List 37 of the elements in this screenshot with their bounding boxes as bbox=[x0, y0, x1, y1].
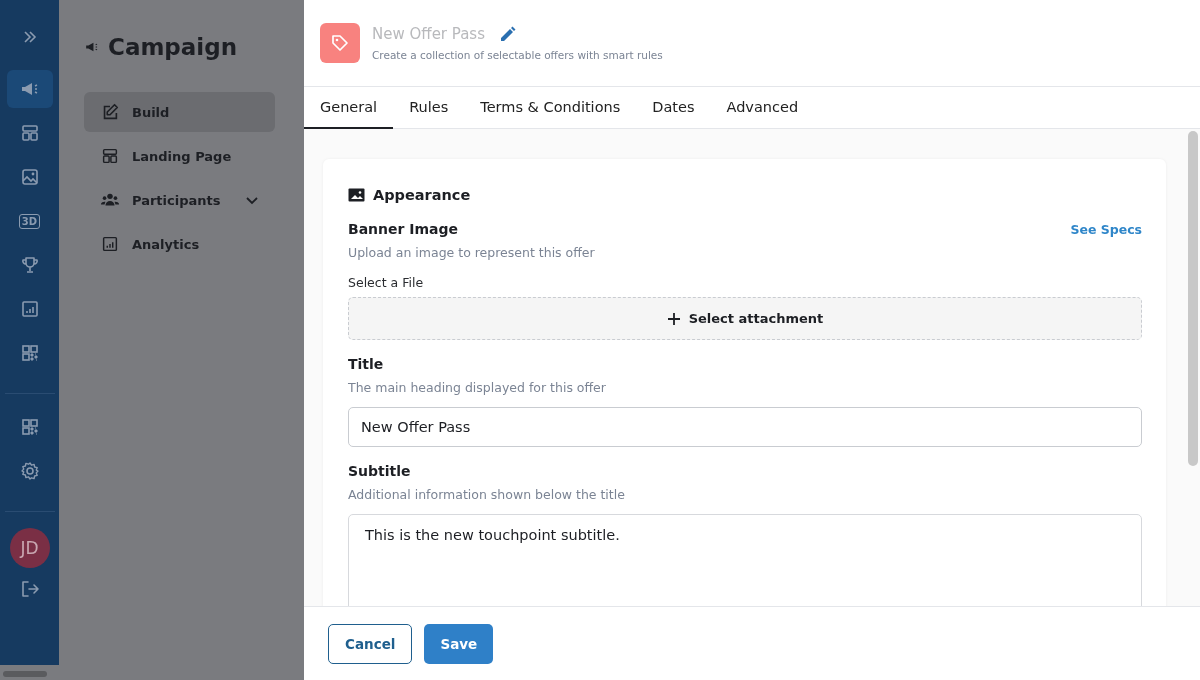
plus-icon bbox=[666, 311, 681, 326]
field-label: Banner Image bbox=[348, 221, 459, 237]
scrollbar-thumb[interactable] bbox=[1188, 131, 1198, 466]
tag-icon bbox=[320, 23, 360, 63]
offer-description: Create a collection of selectable offers with smart rules bbox=[372, 49, 663, 61]
user-avatar[interactable]: JD bbox=[9, 528, 50, 568]
rail-button[interactable] bbox=[6, 70, 53, 108]
layout-icon bbox=[100, 146, 120, 166]
title-input[interactable]: New Offer Pass bbox=[348, 407, 1142, 447]
save-button[interactable]: Save bbox=[424, 623, 494, 664]
page-title: Campaign bbox=[108, 34, 238, 60]
3d-icon: 3D bbox=[18, 213, 41, 229]
bar-chart-icon bbox=[100, 234, 120, 254]
field-hint: Additional information shown below the title bbox=[348, 487, 626, 502]
cancel-button[interactable]: Cancel bbox=[328, 623, 413, 664]
pencil-icon[interactable] bbox=[499, 25, 517, 43]
tab[interactable]: Rules bbox=[393, 87, 465, 129]
nav-item[interactable]: Participants bbox=[84, 180, 275, 220]
section-title: Appearance bbox=[373, 187, 471, 203]
field-label: Title bbox=[348, 356, 385, 372]
offer-title: New Offer Pass bbox=[372, 25, 485, 43]
nav-item[interactable]: Landing Page bbox=[84, 136, 275, 176]
see-specs-link[interactable]: See Specs bbox=[1070, 221, 1142, 237]
nav-item[interactable]: Analytics bbox=[84, 224, 275, 264]
tab[interactable]: Advanced bbox=[710, 87, 815, 129]
rail-button[interactable]: 3D bbox=[6, 202, 53, 240]
field-hint: The main heading displayed for this offer bbox=[348, 380, 607, 395]
tab[interactable]: Dates bbox=[636, 87, 711, 129]
image-icon bbox=[348, 188, 365, 202]
field-label: Subtitle bbox=[348, 463, 412, 479]
field-label: Select a File bbox=[348, 275, 425, 290]
settings-icon bbox=[18, 460, 41, 482]
scrollbar-thumb[interactable] bbox=[3, 671, 47, 677]
subtitle-input[interactable]: This is the new touchpoint subtitle. bbox=[348, 514, 1142, 606]
field-hint: Upload an image to represent this offer bbox=[348, 245, 596, 260]
attachment-button[interactable]: Select attachment bbox=[348, 297, 1142, 340]
tab[interactable]: Terms & Conditions bbox=[464, 87, 637, 129]
